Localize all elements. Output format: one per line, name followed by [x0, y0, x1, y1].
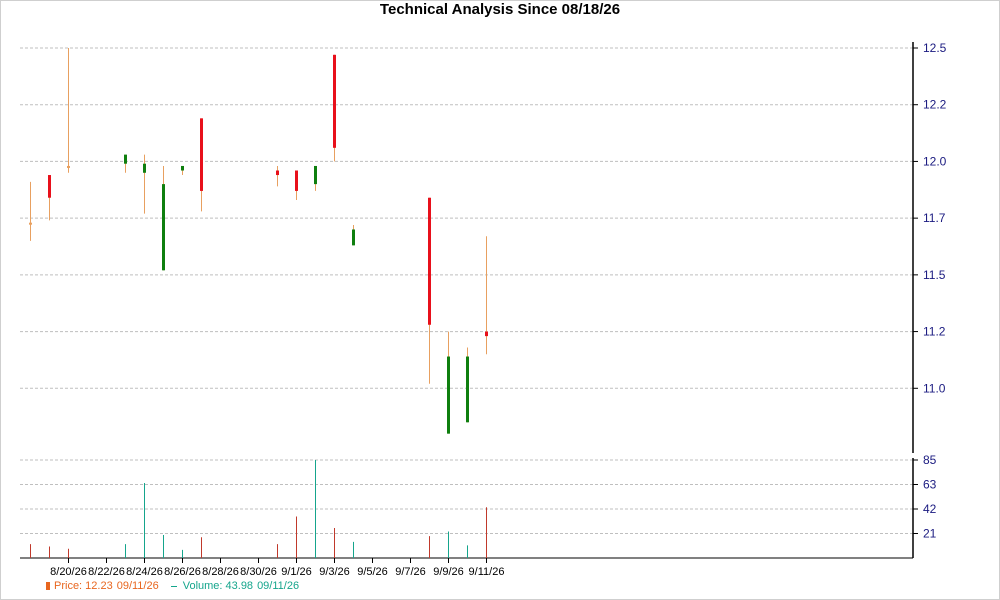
candle-body — [466, 356, 469, 423]
candle-body — [428, 197, 431, 325]
candle-body — [181, 165, 184, 171]
volume-tick-label: 42 — [923, 502, 937, 516]
volume-tick-label: 63 — [923, 478, 937, 492]
volume-tick-label: 21 — [923, 527, 937, 541]
x-tick-label: 8/26/26 — [164, 566, 201, 578]
legend-price-date: 09/11/26 — [116, 580, 159, 592]
x-tick-label: 9/11/26 — [469, 566, 505, 578]
x-tick-label: 9/1/26 — [281, 566, 312, 578]
candle-body — [143, 163, 146, 173]
legend-volume-date: 09/11/26 — [257, 580, 300, 592]
candle-body — [314, 165, 317, 185]
price-tick-label: 12.0 — [923, 154, 947, 168]
price-tick-label: 11.5 — [923, 268, 946, 282]
candle-body — [276, 170, 279, 176]
candle-body — [48, 175, 51, 198]
price-legend-icon — [46, 582, 50, 590]
candle-body — [352, 229, 355, 246]
x-tick-label: 9/3/26 — [319, 566, 350, 578]
chart-canvas: 12.5 12.2 12.0 11.7 11.5 11.2 11.0 85 63 42 21 8/20… — [20, 41, 947, 578]
legend-volume-label: Volume: 43.98 — [182, 580, 254, 592]
price-tick-label: 11.7 — [923, 211, 946, 225]
x-tick-label: 9/7/26 — [395, 566, 426, 578]
price-tick-label: 12.2 — [923, 98, 947, 112]
price-tick-label: 11.0 — [923, 381, 946, 395]
legend-price: Price: 12.23 09/11/26 — [46, 580, 159, 592]
x-tick-label: 8/22/26 — [88, 566, 125, 578]
x-tick-label: 8/28/26 — [202, 566, 239, 578]
candle-body — [29, 222, 32, 225]
x-tick-label: 8/30/26 — [240, 566, 277, 578]
volume-legend-icon — [170, 585, 177, 587]
price-tick-label: 11.2 — [923, 325, 946, 339]
x-tick-label: 9/5/26 — [357, 566, 388, 578]
x-tick-label: 8/20/26 — [50, 566, 87, 578]
candle-body — [67, 165, 70, 168]
candle-body — [333, 54, 336, 148]
legend-price-label: Price: 12.23 — [54, 580, 113, 592]
candle-body — [485, 331, 488, 337]
chart-legend: Price: 12.23 09/11/26 Volume: 43.98 09/1… — [46, 580, 299, 592]
legend-volume: Volume: 43.98 09/11/26 — [170, 580, 300, 592]
volume-tick-label: 85 — [923, 453, 937, 467]
candle-body — [124, 154, 127, 164]
candle-body — [447, 356, 450, 434]
price-tick-label: 12.5 — [923, 41, 947, 55]
candle-body — [295, 170, 298, 191]
x-tick-label: 9/9/26 — [433, 566, 464, 578]
x-tick-label: 8/24/26 — [126, 566, 163, 578]
candle-body — [162, 184, 165, 271]
candle-body — [200, 118, 203, 191]
